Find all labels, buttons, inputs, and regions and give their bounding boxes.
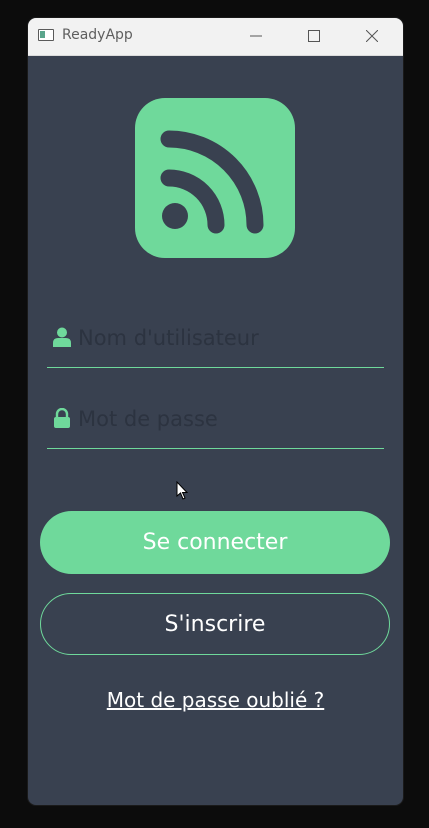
window-title: ReadyApp (62, 27, 133, 43)
minimize-button[interactable] (233, 18, 279, 55)
username-input[interactable] (78, 321, 368, 355)
app-window-icon (38, 29, 54, 41)
close-icon (366, 30, 378, 42)
signup-button[interactable]: S'inscrire (40, 593, 390, 655)
user-icon (53, 327, 71, 347)
lock-icon (54, 408, 70, 428)
maximize-icon (308, 30, 320, 42)
mouse-cursor-icon (176, 481, 189, 500)
title-bar[interactable]: ReadyApp (28, 18, 403, 56)
username-field (47, 317, 384, 368)
rss-feed-icon (135, 98, 295, 258)
app-window: ReadyApp Nom d'utilisateur Se connecter … (28, 18, 403, 805)
password-input[interactable] (78, 402, 368, 436)
forgot-password-link[interactable]: Mot de passe oublié ? (28, 688, 403, 712)
password-field (47, 398, 384, 449)
minimize-icon (250, 35, 262, 37)
login-button[interactable]: Se connecter (40, 511, 390, 574)
close-button[interactable] (349, 18, 395, 55)
maximize-button[interactable] (291, 18, 337, 55)
